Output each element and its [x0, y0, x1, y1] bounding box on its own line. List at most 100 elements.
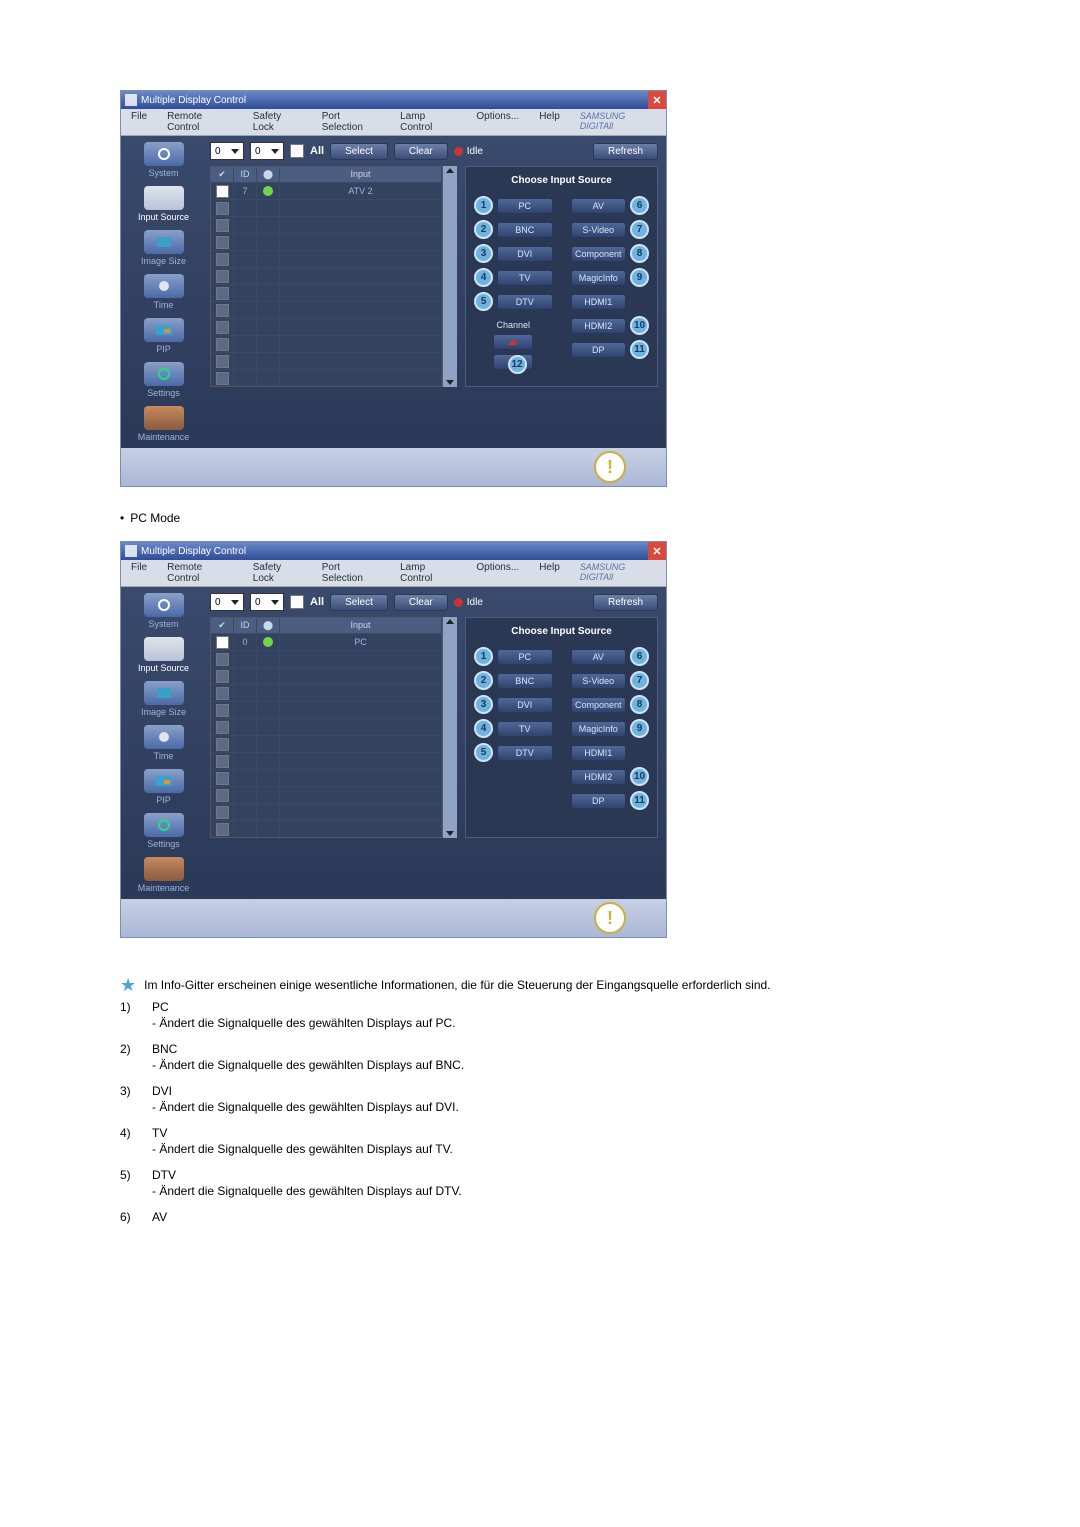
table-row[interactable]: 7 ATV 2 — [211, 182, 442, 199]
row-checkbox[interactable] — [216, 636, 229, 649]
menu-file[interactable]: File — [121, 109, 157, 135]
row-checkbox[interactable] — [216, 321, 229, 334]
info-icon[interactable]: ! — [594, 451, 626, 483]
source-dvi-button[interactable]: DVI — [497, 697, 553, 713]
row-checkbox[interactable] — [216, 755, 229, 768]
source-pc-button[interactable]: PC — [497, 198, 553, 214]
table-row[interactable] — [211, 820, 442, 837]
row-checkbox[interactable] — [216, 355, 229, 368]
refresh-button[interactable]: Refresh — [593, 143, 658, 160]
id-from-spin[interactable]: 0 — [210, 593, 244, 611]
source-dp-button[interactable]: DP — [571, 342, 627, 358]
table-row[interactable] — [211, 786, 442, 803]
table-row[interactable] — [211, 301, 442, 318]
table-row[interactable] — [211, 250, 442, 267]
sidebar-item-time[interactable]: Time — [121, 725, 206, 761]
source-tv-button[interactable]: TV — [497, 721, 553, 737]
source-pc-button[interactable]: PC — [497, 649, 553, 665]
menu-options[interactable]: Options... — [466, 109, 529, 135]
menu-options[interactable]: Options... — [466, 560, 529, 586]
sidebar-item-settings[interactable]: Settings — [121, 362, 206, 398]
sidebar-item-maintenance[interactable]: Maintenance — [121, 857, 206, 893]
table-row[interactable] — [211, 752, 442, 769]
table-row[interactable] — [211, 267, 442, 284]
window-close-button[interactable]: ✕ — [648, 542, 666, 560]
source-hdmi1-button[interactable]: HDMI1 — [571, 745, 627, 761]
source-component-button[interactable]: Component — [571, 697, 627, 713]
table-row[interactable] — [211, 352, 442, 369]
scrollbar[interactable] — [443, 617, 457, 838]
clear-button[interactable]: Clear — [394, 594, 448, 611]
menu-remote-control[interactable]: Remote Control — [157, 109, 243, 135]
table-row[interactable] — [211, 318, 442, 335]
menu-safety-lock[interactable]: Safety Lock — [243, 109, 312, 135]
menu-lamp-control[interactable]: Lamp Control — [390, 560, 466, 586]
source-svideo-button[interactable]: S-Video — [571, 673, 627, 689]
row-checkbox[interactable] — [216, 372, 229, 385]
menu-file[interactable]: File — [121, 560, 157, 586]
source-hdmi2-button[interactable]: HDMI2 — [571, 769, 627, 785]
source-bnc-button[interactable]: BNC — [497, 673, 553, 689]
table-row[interactable] — [211, 335, 442, 352]
table-row[interactable] — [211, 199, 442, 216]
sidebar-item-image-size[interactable]: Image Size — [121, 230, 206, 266]
table-row[interactable] — [211, 769, 442, 786]
all-checkbox[interactable] — [290, 595, 304, 609]
row-checkbox[interactable] — [216, 304, 229, 317]
source-dp-button[interactable]: DP — [571, 793, 627, 809]
table-row[interactable] — [211, 701, 442, 718]
select-button[interactable]: Select — [330, 594, 388, 611]
row-checkbox[interactable] — [216, 653, 229, 666]
sidebar-item-system[interactable]: System — [121, 593, 206, 629]
sidebar-item-settings[interactable]: Settings — [121, 813, 206, 849]
sidebar-item-image-size[interactable]: Image Size — [121, 681, 206, 717]
refresh-button[interactable]: Refresh — [593, 594, 658, 611]
row-checkbox[interactable] — [216, 738, 229, 751]
sidebar-item-maintenance[interactable]: Maintenance — [121, 406, 206, 442]
id-to-spin[interactable]: 0 — [250, 142, 284, 160]
table-row[interactable]: 0 PC — [211, 633, 442, 650]
row-checkbox[interactable] — [216, 338, 229, 351]
row-checkbox[interactable] — [216, 704, 229, 717]
menu-lamp-control[interactable]: Lamp Control — [390, 109, 466, 135]
menu-help[interactable]: Help — [529, 109, 570, 135]
table-row[interactable] — [211, 667, 442, 684]
all-checkbox[interactable] — [290, 144, 304, 158]
sidebar-item-system[interactable]: System — [121, 142, 206, 178]
table-row[interactable] — [211, 216, 442, 233]
menu-safety-lock[interactable]: Safety Lock — [243, 560, 312, 586]
row-checkbox[interactable] — [216, 185, 229, 198]
source-av-button[interactable]: AV — [571, 198, 627, 214]
row-checkbox[interactable] — [216, 253, 229, 266]
clear-button[interactable]: Clear — [394, 143, 448, 160]
sidebar-item-input-source[interactable]: Input Source — [121, 637, 206, 673]
table-row[interactable] — [211, 735, 442, 752]
id-to-spin[interactable]: 0 — [250, 593, 284, 611]
row-checkbox[interactable] — [216, 219, 229, 232]
sidebar-item-pip[interactable]: PIP — [121, 318, 206, 354]
menu-port-selection[interactable]: Port Selection — [312, 560, 390, 586]
row-checkbox[interactable] — [216, 670, 229, 683]
table-row[interactable] — [211, 718, 442, 735]
sidebar-item-pip[interactable]: PIP — [121, 769, 206, 805]
source-hdmi1-button[interactable]: HDMI1 — [571, 294, 627, 310]
source-component-button[interactable]: Component — [571, 246, 627, 262]
row-checkbox[interactable] — [216, 806, 229, 819]
row-checkbox[interactable] — [216, 236, 229, 249]
id-from-spin[interactable]: 0 — [210, 142, 244, 160]
sidebar-item-time[interactable]: Time — [121, 274, 206, 310]
source-dvi-button[interactable]: DVI — [497, 246, 553, 262]
table-row[interactable] — [211, 369, 442, 386]
row-checkbox[interactable] — [216, 687, 229, 700]
sidebar-item-input-source[interactable]: Input Source — [121, 186, 206, 222]
scrollbar[interactable] — [443, 166, 457, 387]
source-tv-button[interactable]: TV — [497, 270, 553, 286]
row-checkbox[interactable] — [216, 772, 229, 785]
source-av-button[interactable]: AV — [571, 649, 627, 665]
source-hdmi2-button[interactable]: HDMI2 — [571, 318, 627, 334]
source-bnc-button[interactable]: BNC — [497, 222, 553, 238]
source-dtv-button[interactable]: DTV — [497, 745, 553, 761]
menu-remote-control[interactable]: Remote Control — [157, 560, 243, 586]
window-close-button[interactable]: ✕ — [648, 91, 666, 109]
row-checkbox[interactable] — [216, 270, 229, 283]
